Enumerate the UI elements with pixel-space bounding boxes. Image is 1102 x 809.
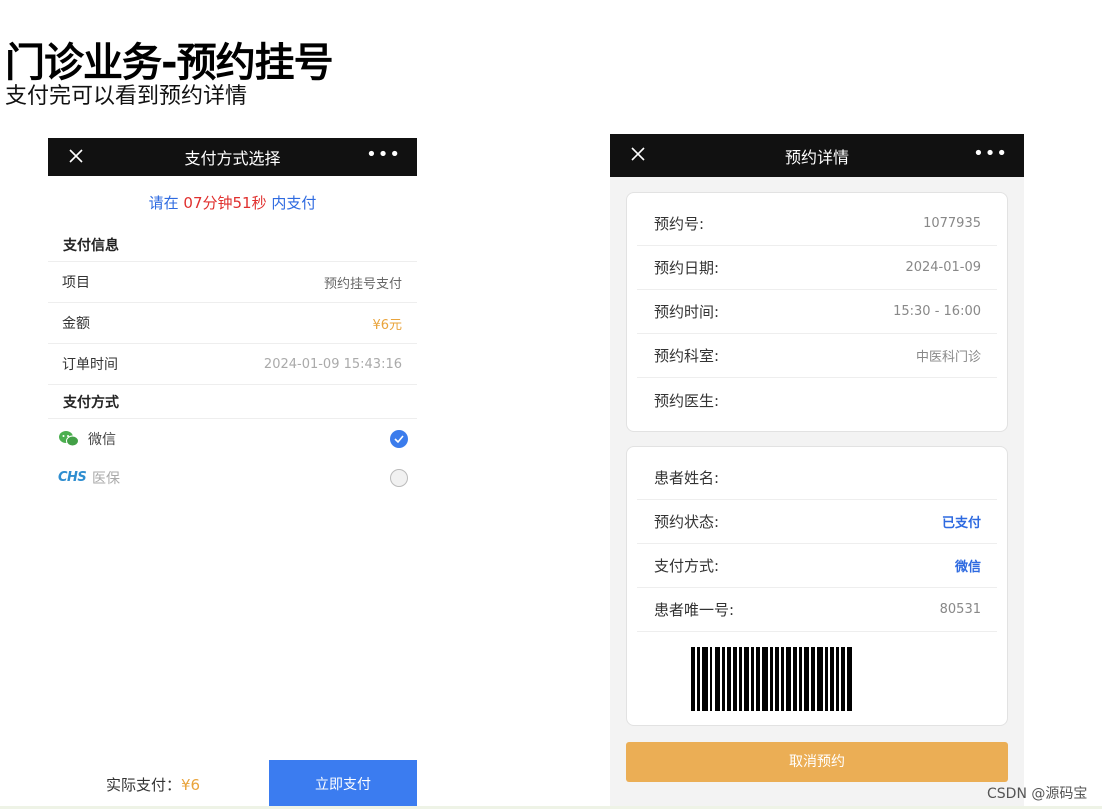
more-icon[interactable]: ••• [366, 146, 401, 164]
chs-logo: CHS [58, 470, 87, 485]
detail-label: 预约医生: [654, 391, 720, 410]
detail-label: 预约时间: [654, 303, 720, 321]
nav-bar: 支付方式选择 ••• [48, 138, 417, 176]
info-value: ¥6元 [372, 317, 402, 333]
appointment-detail-screen: 预约详情 ••• 预约号: 1077935 预约日期: 2024-01-09 预… [610, 134, 1024, 809]
barcode-image [691, 647, 852, 711]
slide-subtitle: 支付完可以看到预约详情 [5, 84, 248, 109]
pay-method-header: 支付方式 [48, 385, 417, 419]
pay-option-label: 微信 [88, 431, 116, 448]
info-label: 订单时间 [62, 357, 118, 373]
detail-label: 预约科室: [654, 347, 720, 365]
countdown-time: 07分钟51秒 [183, 194, 267, 212]
nav-bar: 预约详情 ••• [610, 134, 1024, 177]
detail-label: 预约日期: [654, 259, 720, 277]
detail-label: 支付方式: [654, 557, 720, 575]
info-label: 金额 [62, 316, 90, 332]
detail-row: 患者唯一号: 80531 [637, 588, 997, 632]
appointment-info-card: 预约号: 1077935 预约日期: 2024-01-09 预约时间: 15:3… [626, 192, 1008, 432]
detail-row: 预约日期: 2024-01-09 [637, 246, 997, 290]
detail-label: 预约状态: [654, 513, 720, 531]
detail-label: 患者唯一号: [654, 601, 735, 619]
detail-label: 预约号: [654, 215, 705, 233]
actual-payment: 实际支付：¥6 [48, 760, 269, 809]
info-value: 2024-01-09 15:43:16 [263, 356, 402, 372]
patient-info-card: 患者姓名: 预约状态: 已支付 支付方式: 微信 患者唯一号: 80531 [626, 446, 1008, 726]
detail-row: 预约时间: 15:30 - 16:00 [637, 290, 997, 334]
nav-title: 支付方式选择 [184, 149, 281, 168]
detail-value: 80531 [939, 602, 981, 617]
info-row-item: 项目 预约挂号支付 [48, 262, 417, 303]
detail-row: 预约医生: [637, 378, 997, 422]
cancel-appointment-button[interactable]: 取消预约 [626, 742, 1008, 782]
nav-title: 预约详情 [784, 147, 849, 167]
watermark: CSDN @源码宝 [987, 786, 1088, 802]
pay-option-wechat[interactable]: 微信 [48, 419, 417, 458]
info-row-amount: 金额 ¥6元 [48, 303, 417, 344]
detail-row: 支付方式: 微信 [637, 544, 997, 588]
detail-row: 预约科室: 中医科门诊 [637, 334, 997, 378]
countdown-prefix: 请在 [148, 194, 179, 212]
actual-label: 实际支付： [106, 776, 182, 794]
status-badge: 已支付 [941, 516, 981, 531]
detail-value: 中医科门诊 [915, 350, 981, 365]
info-value: 预约挂号支付 [323, 276, 402, 292]
pay-option-label: 医保 [92, 470, 120, 487]
detail-label: 患者姓名: [654, 469, 720, 487]
detail-value: 1077935 [923, 216, 981, 231]
actual-amount: ¥6 [181, 776, 201, 794]
bottom-pay-bar: 实际支付：¥6 立即支付 [48, 760, 417, 809]
close-icon[interactable] [628, 144, 648, 164]
detail-row: 患者姓名: [637, 456, 997, 500]
detail-row: 预约状态: 已支付 [637, 500, 997, 544]
detail-value: 2024-01-09 [905, 260, 981, 275]
radio-selected-icon[interactable] [390, 429, 408, 448]
payment-screen: 支付方式选择 ••• 请在 07分钟51秒 内支付 支付信息 项目 预约挂号支付… [48, 138, 417, 809]
info-row-order-time: 订单时间 2024-01-09 15:43:16 [48, 344, 417, 385]
pay-option-medical-insurance[interactable]: CHS 医保 [48, 458, 417, 497]
wechat-icon [59, 430, 79, 446]
pay-info-header: 支付信息 [48, 228, 417, 262]
close-icon[interactable] [66, 146, 86, 166]
radio-unselected-icon[interactable] [390, 468, 408, 487]
detail-row: 预约号: 1077935 [637, 202, 997, 246]
more-icon[interactable]: ••• [973, 145, 1008, 163]
countdown-suffix: 内支付 [271, 194, 317, 212]
detail-value: 15:30 - 16:00 [893, 304, 981, 319]
pay-now-button[interactable]: 立即支付 [269, 760, 417, 809]
payment-countdown: 请在 07分钟51秒 内支付 [48, 176, 417, 228]
detail-value: 微信 [954, 560, 981, 575]
info-label: 项目 [62, 275, 90, 291]
